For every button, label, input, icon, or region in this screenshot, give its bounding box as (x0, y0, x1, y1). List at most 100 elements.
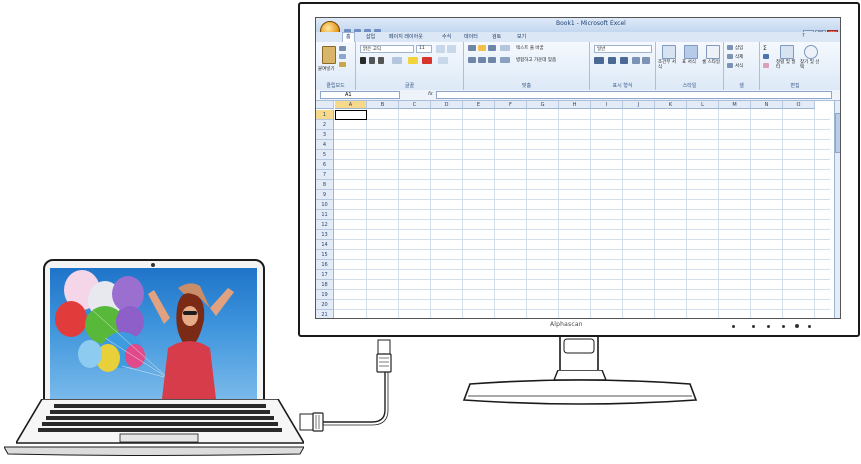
tab-home[interactable]: 홈 (342, 32, 355, 42)
grow-font-icon[interactable] (436, 45, 445, 53)
column-header-m[interactable]: M (719, 101, 751, 109)
row-header[interactable]: 9 (316, 190, 334, 200)
paste-button-label[interactable]: 붙여넣기 (318, 66, 335, 72)
name-box[interactable]: A1 (320, 91, 400, 99)
wrap-text-button[interactable]: 텍스트 줄 바꿈 (516, 45, 544, 51)
vertical-scrollbar[interactable] (834, 101, 840, 318)
tab-formulas[interactable]: 수식 (442, 33, 451, 40)
indent-icon[interactable] (500, 57, 510, 63)
insert-cells-icon[interactable] (727, 45, 733, 50)
help-icon[interactable]: ? (802, 33, 805, 39)
column-header-n[interactable]: N (751, 101, 783, 109)
format-painter-icon[interactable] (339, 62, 346, 67)
clear-icon[interactable] (763, 63, 769, 68)
font-size-select[interactable]: 11 (416, 45, 432, 53)
column-header-g[interactable]: G (527, 101, 559, 109)
column-header-l[interactable]: L (687, 101, 719, 109)
percent-icon[interactable] (608, 57, 616, 64)
fill-color-icon[interactable] (408, 57, 418, 64)
row-header[interactable]: 11 (316, 210, 334, 220)
align-center-icon[interactable] (478, 57, 486, 63)
row-header[interactable]: 2 (316, 120, 334, 130)
column-header-a[interactable]: A (335, 101, 367, 109)
increase-decimal-icon[interactable] (632, 57, 640, 64)
insert-cells-button[interactable]: 삽입 (735, 45, 743, 51)
underline-icon[interactable] (378, 57, 384, 64)
find-select-icon[interactable] (804, 45, 818, 59)
currency-icon[interactable] (594, 57, 604, 64)
tab-review[interactable]: 검토 (492, 33, 501, 40)
formula-input[interactable] (436, 91, 832, 99)
italic-icon[interactable] (369, 57, 375, 64)
shrink-font-icon[interactable] (447, 45, 456, 53)
tab-view[interactable]: 보기 (517, 33, 526, 40)
paste-icon[interactable] (322, 46, 336, 64)
column-header-f[interactable]: F (495, 101, 527, 109)
monitor-button[interactable] (767, 325, 770, 328)
row-header[interactable]: 17 (316, 270, 334, 280)
autosum-icon[interactable]: Σ (763, 45, 767, 52)
select-all-corner[interactable] (316, 101, 334, 109)
insert-function-icon[interactable]: fx (428, 91, 433, 97)
monitor-button[interactable] (752, 325, 755, 328)
tab-insert[interactable]: 삽입 (366, 33, 375, 40)
phonetic-icon[interactable] (438, 57, 448, 64)
sort-filter-icon[interactable] (780, 45, 794, 59)
row-header[interactable]: 3 (316, 130, 334, 140)
row-header[interactable]: 5 (316, 150, 334, 160)
active-cell[interactable] (335, 110, 367, 120)
align-right-icon[interactable] (488, 57, 496, 63)
column-header-e[interactable]: E (463, 101, 495, 109)
column-header-k[interactable]: K (655, 101, 687, 109)
row-header[interactable]: 4 (316, 140, 334, 150)
row-header[interactable]: 13 (316, 230, 334, 240)
row-header[interactable]: 1 (316, 110, 334, 120)
find-select-label[interactable]: 찾기 및 선택 (800, 60, 822, 70)
orientation-icon[interactable] (500, 45, 510, 51)
borders-icon[interactable] (392, 57, 402, 64)
row-header[interactable]: 12 (316, 220, 334, 230)
cell-styles-label[interactable]: 셀 스타일 (702, 60, 722, 65)
column-header-i[interactable]: I (591, 101, 623, 109)
conditional-formatting-icon[interactable] (662, 45, 676, 59)
align-bottom-icon[interactable] (488, 45, 496, 51)
format-table-icon[interactable] (684, 45, 698, 59)
number-format-select[interactable]: 일반 (594, 45, 652, 53)
monitor-button[interactable] (782, 325, 785, 328)
cut-icon[interactable] (339, 46, 346, 51)
cell-styles-icon[interactable] (706, 45, 720, 59)
delete-cells-icon[interactable] (727, 54, 733, 59)
row-header[interactable]: 21 (316, 310, 334, 318)
copy-icon[interactable] (339, 54, 346, 59)
row-header[interactable]: 6 (316, 160, 334, 170)
column-header-o[interactable]: O (783, 101, 815, 109)
tab-page-layout[interactable]: 페이지 레이아웃 (389, 33, 423, 40)
align-middle-icon[interactable] (478, 45, 486, 51)
row-header[interactable]: 19 (316, 290, 334, 300)
row-header[interactable]: 10 (316, 200, 334, 210)
format-cells-icon[interactable] (727, 63, 733, 68)
column-header-j[interactable]: J (623, 101, 655, 109)
delete-cells-button[interactable]: 삭제 (735, 54, 743, 60)
conditional-formatting-label[interactable]: 조건부 서식 (658, 60, 678, 70)
monitor-button[interactable] (732, 325, 735, 328)
font-name-select[interactable]: 맑은 고딕 (360, 45, 414, 53)
decrease-decimal-icon[interactable] (642, 57, 650, 64)
row-header[interactable]: 15 (316, 250, 334, 260)
merge-center-button[interactable]: 병합하고 가운데 맞춤 (516, 57, 556, 63)
format-table-label[interactable]: 표 서식 (682, 60, 700, 65)
row-header[interactable]: 20 (316, 300, 334, 310)
column-header-h[interactable]: H (559, 101, 591, 109)
align-left-icon[interactable] (468, 57, 476, 63)
column-header-c[interactable]: C (399, 101, 431, 109)
column-header-b[interactable]: B (367, 101, 399, 109)
monitor-button[interactable] (808, 325, 811, 328)
row-header[interactable]: 8 (316, 180, 334, 190)
tab-data[interactable]: 데이터 (464, 33, 478, 40)
row-header[interactable]: 7 (316, 170, 334, 180)
row-header[interactable]: 16 (316, 260, 334, 270)
fill-icon[interactable] (763, 54, 769, 59)
row-header[interactable]: 18 (316, 280, 334, 290)
comma-icon[interactable] (620, 57, 628, 64)
scrollbar-thumb[interactable] (835, 113, 840, 153)
